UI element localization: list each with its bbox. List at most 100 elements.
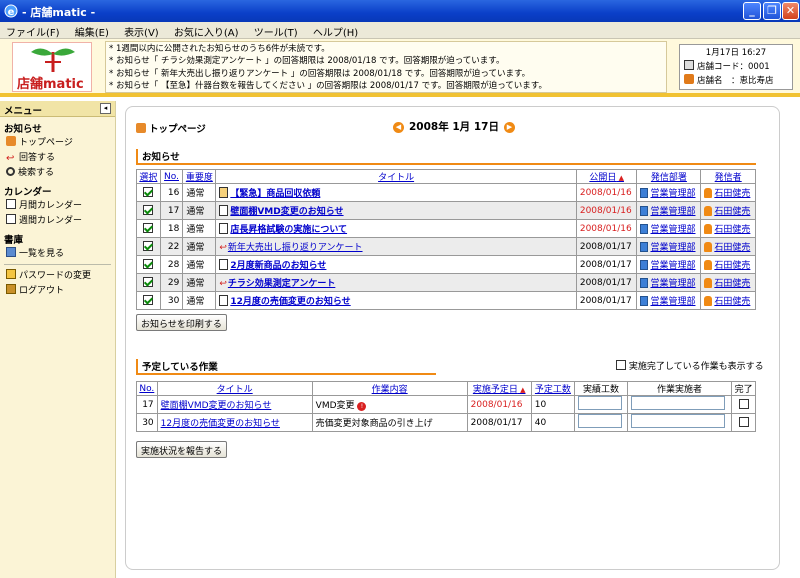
news-title-link[interactable]: 【緊急】商品回収依頼: [230, 189, 320, 199]
select-checkbox[interactable]: [143, 240, 154, 251]
col-no[interactable]: No.: [159, 169, 184, 184]
search-icon: [6, 167, 15, 176]
dept-link[interactable]: 営業管理部: [650, 297, 695, 307]
logo-text: 店舗matic: [17, 77, 84, 92]
news-title-link[interactable]: 店長昇格試験の実施について: [230, 225, 347, 235]
sender-link[interactable]: 石田健売: [714, 297, 750, 307]
select-checkbox[interactable]: [143, 222, 154, 233]
cell-importance: 通常: [182, 201, 217, 220]
cell-importance: 通常: [182, 255, 217, 274]
reply-icon: ↩: [6, 153, 15, 164]
sender-link[interactable]: 石田健売: [714, 261, 750, 271]
col-task-actual: 実績工数: [574, 381, 628, 396]
news-title-link[interactable]: 12月度の売価変更のお知らせ: [230, 297, 350, 307]
menu-view[interactable]: 表示(V): [118, 22, 165, 39]
col-task-title[interactable]: タイトル: [156, 381, 313, 396]
col-dept[interactable]: 発信部署: [636, 169, 702, 184]
logo[interactable]: 店舗matic: [12, 42, 92, 92]
select-checkbox[interactable]: [143, 276, 154, 287]
dept-link[interactable]: 営業管理部: [650, 207, 695, 217]
calendar-icon: [6, 214, 16, 224]
col-task-date[interactable]: 実施予定日 ▲: [466, 381, 532, 396]
notice-box: * 1週間以内に公開されたお知らせのうち6件が未読です。 * お知らせ「 チラシ…: [105, 41, 667, 93]
breadcrumb: トップページ: [136, 121, 206, 135]
prev-day-icon[interactable]: ◀: [393, 122, 404, 133]
notice-line: * お知らせ「 新年大売出し振り返りアンケート 」の回答期限は 2008/01/…: [109, 68, 531, 79]
col-task-hours[interactable]: 予定工数: [530, 381, 576, 396]
section-news: お知らせ: [4, 124, 42, 135]
document-icon: [219, 223, 229, 234]
next-day-icon[interactable]: ▶: [503, 122, 515, 133]
dept-link[interactable]: 営業管理部: [650, 225, 695, 235]
store-code-icon: [684, 60, 694, 70]
actual-hours-input[interactable]: [578, 414, 623, 428]
col-task-content[interactable]: 作業内容: [311, 381, 468, 396]
sidebar-item-monthly-calendar[interactable]: 月間カレンダー: [0, 198, 115, 213]
maximize-button[interactable]: ❐: [763, 2, 781, 20]
print-news-button[interactable]: お知らせを印刷する: [136, 314, 227, 331]
worker-input[interactable]: [630, 414, 725, 428]
show-completed-toggle[interactable]: 実施完了している作業も表示する: [616, 359, 764, 372]
menu-edit[interactable]: 編集(E): [69, 22, 115, 39]
sidebar-item-toppage[interactable]: トップページ: [0, 135, 115, 150]
col-date[interactable]: 公開日 ▲: [575, 169, 638, 184]
sidebar-item-weekly-calendar[interactable]: 週間カレンダー: [0, 213, 115, 228]
sender-link[interactable]: 石田健売: [714, 243, 750, 253]
col-sender[interactable]: 発信者: [700, 169, 756, 184]
dept-link[interactable]: 営業管理部: [650, 243, 695, 253]
menu-file[interactable]: ファイル(F): [0, 22, 66, 39]
menu-favorites[interactable]: お気に入り(A): [168, 22, 245, 39]
sidebar-item-answer[interactable]: ↩ 回答する: [0, 150, 115, 165]
sidebar-item-logout[interactable]: ログアウト: [0, 283, 115, 298]
sender-link[interactable]: 石田健売: [714, 279, 750, 289]
cell-content: 売価変更対象商品の引き上げ: [315, 419, 433, 429]
col-task-no[interactable]: No.: [136, 381, 158, 396]
col-title[interactable]: タイトル: [215, 169, 577, 184]
minimize-button[interactable]: _: [743, 2, 761, 20]
ie-icon: e: [4, 4, 18, 18]
breadcrumb-label: トップページ: [149, 124, 206, 135]
close-button[interactable]: ✕: [782, 2, 799, 20]
done-checkbox[interactable]: [738, 416, 749, 427]
actual-hours-input[interactable]: [578, 396, 623, 410]
sidebar-divider: [4, 264, 111, 265]
main-panel: トップページ ◀ 2008年 1月 17日 ▶ お知らせ 選択 No. 重要度 タイ…: [125, 106, 780, 570]
news-title-link[interactable]: 新年大売出し振り返りアンケート: [228, 243, 363, 253]
col-importance[interactable]: 重要度: [182, 169, 217, 184]
cell-content: VMD変更: [315, 401, 355, 411]
show-completed-checkbox[interactable]: [616, 360, 626, 370]
table-row: 29 通常 ↩チラシ効果測定アンケート 2008/01/17 営業管理部 石田健売: [136, 273, 756, 292]
worker-input[interactable]: [630, 396, 725, 410]
col-select[interactable]: 選択: [136, 169, 161, 184]
task-title-link[interactable]: 12月度の売価変更のお知らせ: [161, 419, 280, 429]
dept-link[interactable]: 営業管理部: [650, 279, 695, 289]
news-title-link[interactable]: 2月度新商品のお知らせ: [230, 261, 326, 271]
cell-date: 2008/01/17: [575, 237, 638, 256]
sidebar-item-search[interactable]: 検索する: [0, 165, 115, 180]
department-icon: [640, 296, 649, 306]
sidebar-item-label: トップページ: [19, 138, 73, 148]
done-checkbox[interactable]: [738, 398, 749, 409]
collapse-icon[interactable]: ◂: [100, 103, 111, 114]
menu-tools[interactable]: ツール(T): [248, 22, 304, 39]
sender-link[interactable]: 石田健売: [714, 225, 750, 235]
table-row: 16 通常 【緊急】商品回収依頼 2008/01/16 営業管理部 石田健売: [136, 183, 756, 202]
select-checkbox[interactable]: [143, 204, 154, 215]
select-checkbox[interactable]: [143, 258, 154, 269]
report-status-button[interactable]: 実施状況を報告する: [136, 441, 228, 458]
news-title-link[interactable]: 壁面棚VMD変更のお知らせ: [230, 207, 343, 217]
select-checkbox[interactable]: [143, 186, 154, 197]
dept-link[interactable]: 営業管理部: [650, 189, 695, 199]
select-checkbox[interactable]: [143, 294, 154, 305]
sender-link[interactable]: 石田健売: [714, 189, 750, 199]
sidebar-item-list[interactable]: 一覧を見る: [0, 246, 115, 261]
sidebar-title: メニュー: [4, 106, 43, 117]
task-title-link[interactable]: 壁面棚VMD変更のお知らせ: [161, 401, 272, 411]
news-title-link[interactable]: チラシ効果測定アンケート: [228, 279, 335, 289]
datetime: 1月17日 16:27: [705, 48, 767, 58]
dept-link[interactable]: 営業管理部: [650, 261, 695, 271]
sender-link[interactable]: 石田健売: [714, 207, 750, 217]
sidebar-item-label: 週間カレンダー: [19, 216, 83, 226]
menu-help[interactable]: ヘルプ(H): [307, 22, 364, 39]
sidebar-item-password[interactable]: パスワードの変更: [0, 268, 115, 283]
